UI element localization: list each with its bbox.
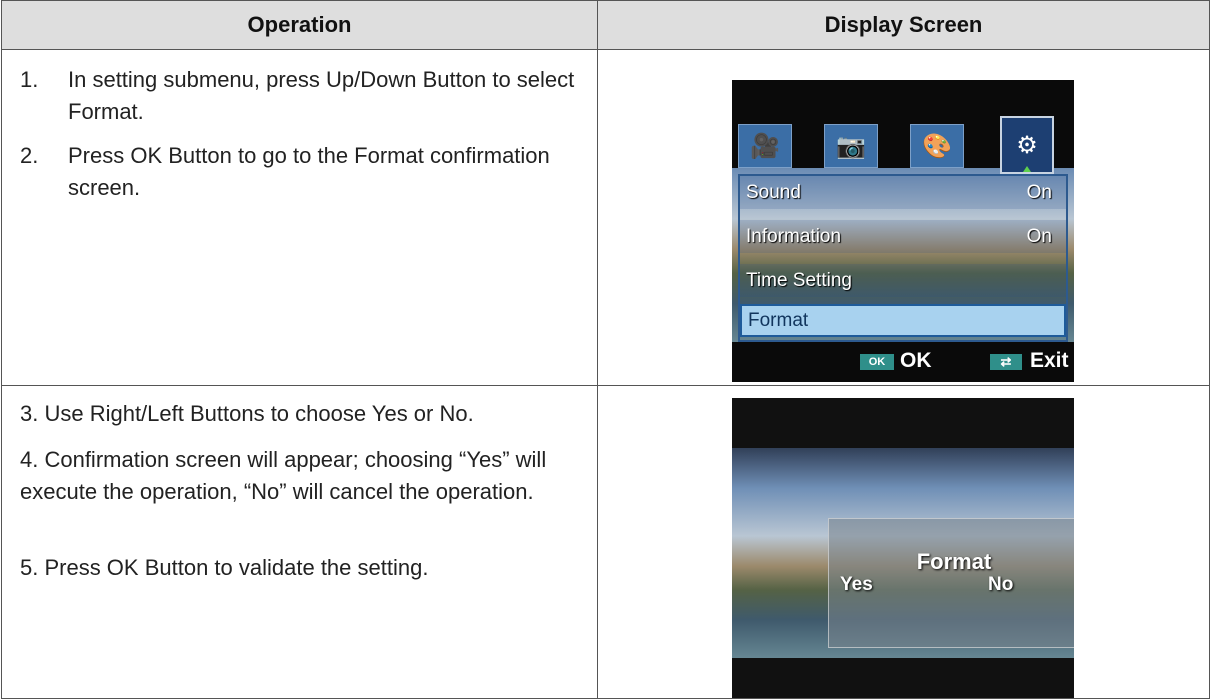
step-3: 3. Use Right/Left Buttons to choose Yes … xyxy=(20,401,474,426)
step-text: Press OK Button to go to the Format conf… xyxy=(68,143,550,200)
display-cell-2: Format Yes No xyxy=(597,385,1210,699)
screen-bottom-bar xyxy=(732,658,1074,698)
menu-item-label: Time Setting xyxy=(746,269,852,291)
palette-icon: 🎨 xyxy=(910,124,964,168)
menu-item-value: On xyxy=(1026,225,1052,247)
settings-menu: Sound On Information On Time Setting For… xyxy=(738,174,1068,342)
screen-top-bar xyxy=(732,398,1074,448)
menu-item-label: Format xyxy=(748,309,809,331)
ok-button-icon: OK xyxy=(860,354,894,370)
menu-item-label: Sound xyxy=(746,181,801,203)
step-5: 5. Press OK Button to validate the setti… xyxy=(20,555,429,580)
option-no[interactable]: No xyxy=(988,574,1013,596)
tab-bar: 🎥 📷 🎨 ⚙ xyxy=(732,80,1074,174)
camera-icon: 📷 xyxy=(824,124,878,168)
camera-screen-format-confirm: Format Yes No xyxy=(732,398,1074,698)
display-cell-1: 🎥 📷 🎨 ⚙ Sound On Information On Time Set… xyxy=(597,49,1210,386)
instruction-table: Operation Display Screen 1. In setting s… xyxy=(1,0,1210,699)
dialog-title: Format xyxy=(916,549,992,574)
header-operation: Operation xyxy=(1,0,598,50)
exit-hint-label: Exit xyxy=(1030,349,1069,372)
menu-item-time-setting[interactable]: Time Setting xyxy=(740,264,1066,297)
menu-item-label: Information xyxy=(746,225,842,247)
operation-cell-2: 3. Use Right/Left Buttons to choose Yes … xyxy=(1,385,598,699)
header-display-screen: Display Screen xyxy=(597,0,1210,50)
ok-hint-label: OK xyxy=(900,349,932,372)
step-text: In setting submenu, press Up/Down Button… xyxy=(68,67,575,124)
movie-camera-icon: 🎥 xyxy=(738,124,792,168)
operation-cell-1: 1. In setting submenu, press Up/Down But… xyxy=(1,49,598,386)
step-number: 2. xyxy=(20,143,39,168)
menu-item-sound[interactable]: Sound On xyxy=(740,176,1066,209)
selection-tick xyxy=(1023,166,1031,172)
button-hint-bar: OK OK ⇄ Exit xyxy=(732,342,1074,382)
menu-item-value: On xyxy=(1026,181,1052,203)
menu-item-format[interactable]: Format xyxy=(740,304,1066,337)
camera-screen-settings: 🎥 📷 🎨 ⚙ Sound On Information On Time Set… xyxy=(732,80,1074,382)
return-arrow-icon: ⇄ xyxy=(990,354,1022,370)
step-number: 1. xyxy=(20,67,39,92)
menu-item-information[interactable]: Information On xyxy=(740,220,1066,253)
step-4: 4. Confirmation screen will appear; choo… xyxy=(20,447,547,504)
option-yes[interactable]: Yes xyxy=(840,574,873,596)
